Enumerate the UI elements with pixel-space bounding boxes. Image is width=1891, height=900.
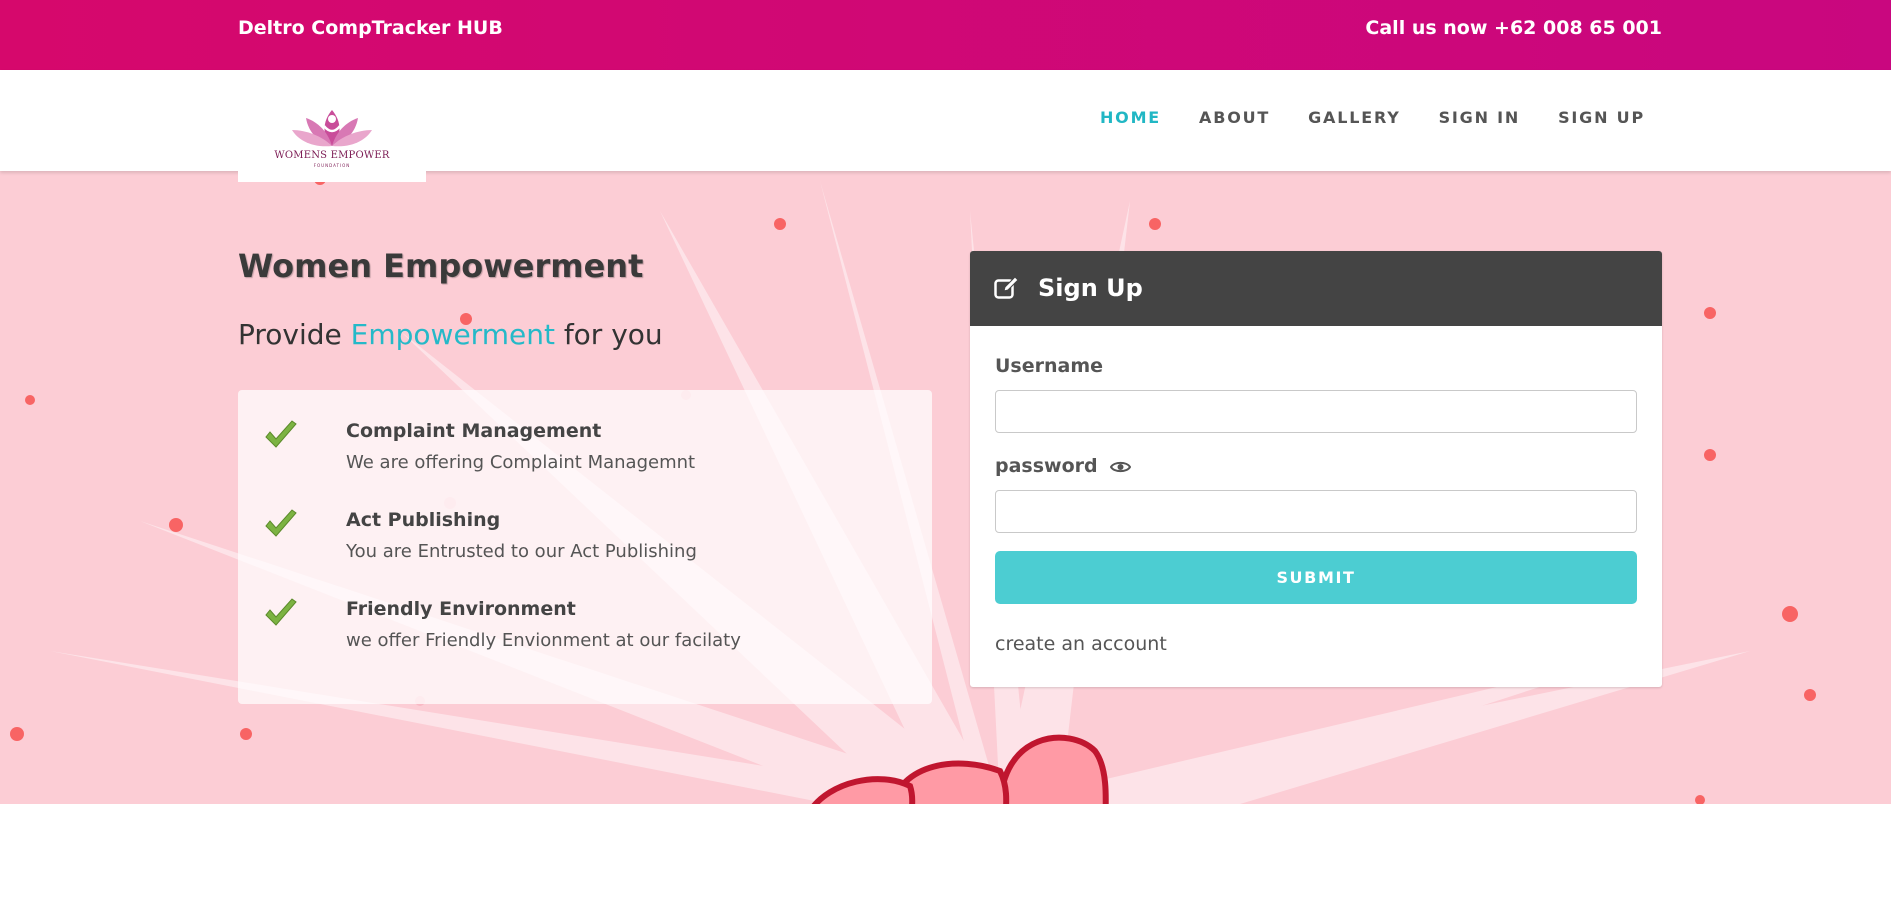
- eye-icon[interactable]: [1110, 460, 1132, 474]
- feature-description: We are offering Complaint Managemnt: [346, 452, 696, 473]
- nav-about[interactable]: ABOUT: [1199, 108, 1270, 127]
- password-label: password: [995, 455, 1098, 477]
- tagline-accent: Empowerment: [350, 318, 555, 351]
- feature-title: Complaint Management: [346, 420, 602, 442]
- lotus-logo-icon: [292, 110, 372, 147]
- checkmark-icon: [265, 598, 297, 626]
- feature-description: we offer Friendly Envionment at our faci…: [346, 630, 741, 651]
- nav-gallery[interactable]: GALLERY: [1308, 108, 1400, 127]
- logo-subtitle: FOUNDATION: [313, 163, 351, 168]
- logo-name: WOMENS EMPOWER: [274, 150, 390, 161]
- nav-menu: HOME ABOUT GALLERY SIGN IN SIGN UP: [1100, 108, 1645, 127]
- password-input[interactable]: [995, 490, 1637, 533]
- signup-header: Sign Up: [970, 251, 1662, 326]
- nav-sign-in[interactable]: SIGN IN: [1439, 108, 1521, 127]
- feature-title: Friendly Environment: [346, 598, 576, 620]
- edit-icon: [994, 276, 1019, 299]
- nav-sign-up[interactable]: SIGN UP: [1558, 108, 1645, 127]
- password-label-row: password: [995, 455, 1132, 477]
- checkmark-icon: [265, 509, 297, 537]
- submit-button[interactable]: SUBMIT: [995, 551, 1637, 604]
- site-brand[interactable]: Deltro CompTracker HUB: [238, 17, 503, 39]
- username-input[interactable]: [995, 390, 1637, 433]
- feature-description: You are Entrusted to our Act Publishing: [346, 541, 697, 562]
- hero-tagline: Provide Empowerment for you: [238, 318, 663, 351]
- site-logo[interactable]: WOMENS EMPOWER FOUNDATION: [238, 70, 426, 182]
- signup-form: Sign Up Username password SUBMIT create …: [970, 251, 1662, 687]
- features-panel: Complaint Management We are offering Com…: [238, 390, 932, 704]
- tagline-suffix: for you: [554, 318, 663, 351]
- hero-headline: Women Empowerment: [238, 247, 644, 285]
- checkmark-icon: [265, 420, 297, 448]
- create-account-link[interactable]: create an account: [995, 633, 1167, 655]
- nav-home[interactable]: HOME: [1100, 108, 1161, 127]
- call-us-phone[interactable]: Call us now +62 008 65 001: [1365, 17, 1662, 39]
- tagline-prefix: Provide: [238, 318, 351, 351]
- top-bar: Deltro CompTracker HUB Call us now +62 0…: [0, 0, 1891, 70]
- signup-title: Sign Up: [1038, 274, 1143, 302]
- username-label: Username: [995, 355, 1104, 377]
- feature-title: Act Publishing: [346, 509, 501, 531]
